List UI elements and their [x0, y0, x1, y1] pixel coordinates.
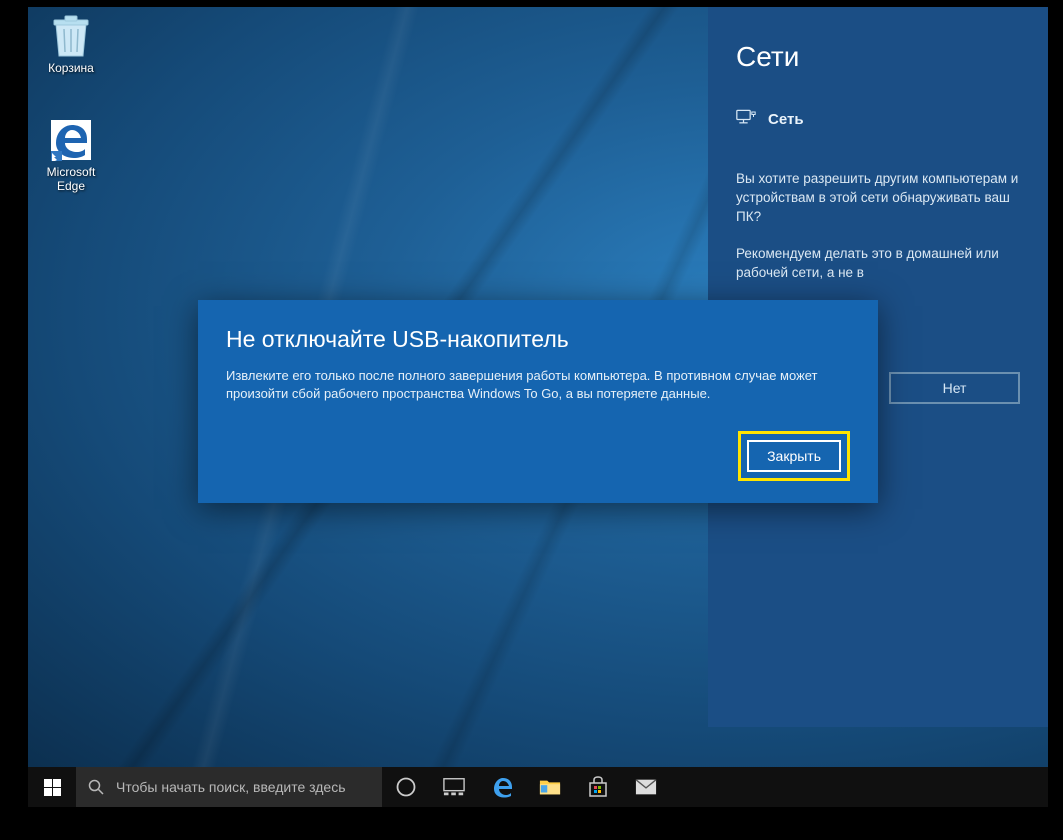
network-discovery-prompt: Вы хотите разрешить другим компьютерам и… — [736, 169, 1020, 226]
usb-warning-dialog: Не отключайте USB-накопитель Извлеките е… — [198, 300, 878, 503]
taskbar-search[interactable]: Чтобы начать поиск, введите здесь — [76, 767, 382, 807]
network-item[interactable]: Сеть — [736, 109, 1020, 129]
edge-icon — [491, 776, 513, 798]
store-icon — [587, 776, 609, 798]
taskbar-edge[interactable] — [478, 767, 526, 807]
desktop-icon-label: Корзина — [34, 61, 108, 75]
folder-icon — [539, 776, 561, 798]
edge-icon — [50, 119, 92, 161]
dialog-body: Извлеките его только после полного завер… — [226, 367, 850, 403]
ethernet-icon — [736, 109, 756, 129]
search-icon — [88, 779, 104, 795]
desktop-icon-edge[interactable]: Microsoft Edge — [34, 119, 108, 193]
network-discovery-hint: Рекомендуем делать это в домашней или ра… — [736, 244, 1020, 282]
close-button[interactable]: Закрыть — [747, 440, 841, 472]
taskbar-mail[interactable] — [622, 767, 670, 807]
network-no-button[interactable]: Нет — [889, 372, 1020, 404]
taskbar-file-explorer[interactable] — [526, 767, 574, 807]
networks-title: Сети — [736, 41, 1020, 73]
task-view-icon — [443, 776, 465, 798]
task-view-button[interactable] — [430, 767, 478, 807]
network-label: Сеть — [768, 111, 804, 128]
search-placeholder: Чтобы начать поиск, введите здесь — [116, 779, 346, 795]
cortana-icon — [395, 776, 417, 798]
highlight-annotation: Закрыть — [738, 431, 850, 481]
window-frame: Корзина Microsoft Edge Сети — [28, 7, 1048, 807]
desktop-icon-label: Microsoft Edge — [34, 165, 108, 193]
windows-logo-icon — [44, 779, 61, 796]
cortana-button[interactable] — [382, 767, 430, 807]
taskbar: Чтобы начать поиск, введите здесь — [28, 767, 1048, 807]
taskbar-store[interactable] — [574, 767, 622, 807]
dialog-title: Не отключайте USB-накопитель — [226, 326, 850, 353]
recycle-bin-icon — [50, 15, 92, 57]
start-button[interactable] — [28, 767, 76, 807]
mail-icon — [635, 776, 657, 798]
desktop-icon-recycle-bin[interactable]: Корзина — [34, 15, 108, 75]
